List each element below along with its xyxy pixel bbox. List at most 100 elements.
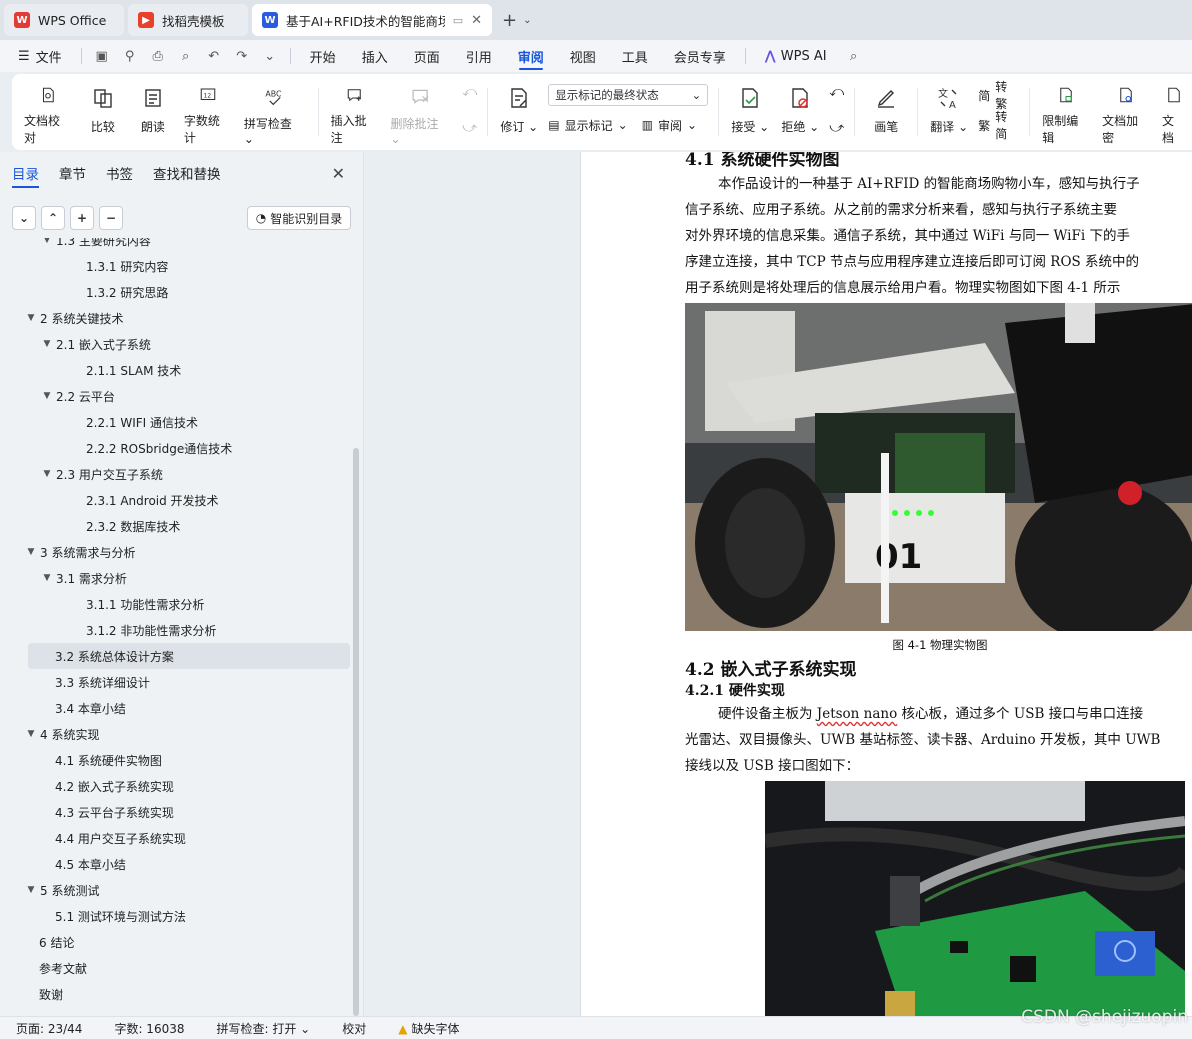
menu-review[interactable]: 审阅 [505, 40, 557, 72]
tab-toc[interactable]: 目录 [12, 152, 39, 194]
toc-item[interactable]: 参考文献 [0, 955, 350, 981]
nav-scrollbar[interactable] [353, 448, 359, 1016]
toc-item[interactable]: ▼ 2 系统关键技术 [0, 305, 350, 331]
toc-item[interactable]: ▼ 3.1 需求分析 [0, 565, 350, 591]
file-menu[interactable]: ☰ 文件 [0, 40, 75, 72]
pen-button[interactable]: 画笔 [861, 80, 911, 150]
expand-arrow-icon[interactable]: ▼ [24, 547, 38, 557]
prev-comment-icon[interactable]: ⤺ [462, 84, 477, 100]
toc-item[interactable]: 2.3.2 数据库技术 [0, 513, 350, 539]
toc-item[interactable]: 3.1.2 非功能性需求分析 [0, 617, 350, 643]
translate-button[interactable]: 文A 翻译 ⌄ [924, 80, 974, 150]
doc-check-button[interactable]: 文档校对 [18, 80, 78, 150]
toc-item[interactable]: 4.2 嵌入式子系统实现 [0, 773, 350, 799]
expand-arrow-icon[interactable]: ▼ [40, 238, 54, 245]
page-indicator[interactable]: 页面: 23/44 [0, 1020, 98, 1037]
tab-chapters[interactable]: 章节 [59, 152, 86, 194]
read-aloud-button[interactable]: 朗读 [128, 80, 178, 150]
close-icon[interactable]: ✕ [332, 164, 345, 183]
to-traditional-button[interactable]: 简 转繁 [978, 80, 1019, 111]
toc-item[interactable]: 1.3.1 研究内容 [0, 253, 350, 279]
menu-view[interactable]: 视图 [557, 40, 609, 72]
toc-item[interactable]: 2.1.1 SLAM 技术 [0, 357, 350, 383]
delete-comment-button[interactable]: 删除批注 ⌄ [385, 80, 459, 150]
proof-status[interactable]: 校对 [326, 1020, 382, 1037]
doc-more-button[interactable]: 文档 [1156, 80, 1192, 150]
undo-icon[interactable]: ↶ [200, 49, 228, 64]
toc-item[interactable]: 1.3.2 研究思路 [0, 279, 350, 305]
search-icon[interactable]: ⌕ [840, 49, 868, 64]
tab-wps-office[interactable]: W WPS Office [4, 4, 124, 36]
toc-item[interactable]: 5.1 测试环境与测试方法 [0, 903, 350, 929]
menu-insert[interactable]: 插入 [349, 40, 401, 72]
toc-item[interactable]: 2.3.1 Android 开发技术 [0, 487, 350, 513]
tab-find-replace[interactable]: 查找和替换 [153, 152, 221, 194]
next-comment-icon[interactable]: ⤻ [462, 120, 477, 136]
toc-item[interactable]: ▼ 5 系统测试 [0, 877, 350, 903]
spell-flagged-term[interactable]: Jetson nano [817, 706, 897, 722]
menu-home[interactable]: 开始 [297, 40, 349, 72]
missing-font-status[interactable]: ▲ 缺失字体 [382, 1020, 475, 1037]
expand-arrow-icon[interactable]: ▼ [40, 469, 54, 479]
tab-document[interactable]: W 基于AI+RFID技术的智能商场 ▭ ✕ [252, 4, 492, 36]
add-level-button[interactable]: + [70, 206, 94, 230]
redo-icon[interactable]: ↷ [228, 49, 256, 64]
wps-ai-button[interactable]: ⋀ WPS AI [752, 40, 840, 72]
toc-item[interactable]: 2.2.1 WIFI 通信技术 [0, 409, 350, 435]
toc-item[interactable]: ▼ 2.1 嵌入式子系统 [0, 331, 350, 357]
document-page[interactable]: 4.1 系统硬件实物图 本作品设计的一种基于 AI+RFID 的智能商场购物小车… [580, 152, 1192, 1016]
word-count-button[interactable]: 12 字数统计 [178, 80, 238, 150]
word-count-indicator[interactable]: 字数: 16038 [98, 1020, 200, 1037]
show-markup-button[interactable]: ▤ 显示标记 ⌄ [548, 114, 627, 136]
screen-icon[interactable]: ▭ [453, 14, 463, 27]
expand-arrow-icon[interactable]: ▼ [40, 391, 54, 401]
toc-item[interactable]: ▼ 2.3 用户交互子系统 [0, 461, 350, 487]
expand-arrow-icon[interactable]: ▼ [40, 573, 54, 583]
tab-bookmarks[interactable]: 书签 [106, 152, 133, 194]
remove-level-button[interactable]: − [99, 206, 123, 230]
toc-item[interactable]: ▼ 3 系统需求与分析 [0, 539, 350, 565]
spell-check-button[interactable]: ABC 拼写检查 ⌄ [238, 80, 312, 150]
prev-change-icon[interactable]: ⤺ [829, 84, 844, 100]
toc-item[interactable]: 6 结论 [0, 929, 350, 955]
markup-select[interactable]: 显示标记的最终状态 ⌄ [548, 84, 709, 106]
menu-vip[interactable]: 会员专享 [661, 40, 739, 72]
menu-reference[interactable]: 引用 [453, 40, 505, 72]
toc-item[interactable]: 4.3 云平台子系统实现 [0, 799, 350, 825]
toc-item[interactable]: 3.1.1 功能性需求分析 [0, 591, 350, 617]
toc-item[interactable]: ▼ 1.3 主要研究内容 [0, 238, 350, 253]
next-change-icon[interactable]: ⤻ [829, 120, 844, 136]
restrict-edit-button[interactable]: 限制编辑 [1036, 80, 1096, 150]
toc-item[interactable]: 4.1 系统硬件实物图 [0, 747, 350, 773]
expand-arrow-icon[interactable]: ▼ [40, 339, 54, 349]
smart-toc-button[interactable]: ◔ 智能识别目录 [247, 206, 351, 230]
toc-item[interactable]: ▼ 2.2 云平台 [0, 383, 350, 409]
menu-page[interactable]: 页面 [401, 40, 453, 72]
print-icon[interactable]: ⎙ [144, 49, 172, 64]
expand-arrow-icon[interactable]: ▼ [24, 313, 38, 323]
chevron-down-icon[interactable]: ⌄ [256, 49, 284, 64]
save-icon[interactable]: ▣ [88, 49, 116, 64]
accept-button[interactable]: 接受 ⌄ [725, 80, 775, 150]
toc-item[interactable]: 致谢 [0, 981, 350, 1007]
close-tab-icon[interactable]: ✕ [471, 13, 482, 28]
encrypt-button[interactable]: 文档加密 [1096, 80, 1156, 150]
toc-item[interactable]: 4.5 本章小结 [0, 851, 350, 877]
reject-button[interactable]: 拒绝 ⌄ [775, 80, 825, 150]
to-simplified-button[interactable]: 繁 转简 [978, 110, 1019, 141]
spell-check-status[interactable]: 拼写检查: 打开 ⌄ [201, 1020, 327, 1037]
review-pane-button[interactable]: ▥ 审阅 ⌄ [642, 114, 697, 136]
expand-arrow-icon[interactable]: ▼ [24, 729, 38, 739]
new-tab-button[interactable]: + ⌄ [496, 10, 537, 31]
collapse-down-button[interactable]: ⌄ [12, 206, 36, 230]
expand-up-button[interactable]: ⌃ [41, 206, 65, 230]
toc-item[interactable]: 3.3 系统详细设计 [0, 669, 350, 695]
compare-button[interactable]: 比较 [78, 80, 128, 150]
toc-item[interactable]: 2.2.2 ROSbridge通信技术 [0, 435, 350, 461]
toc-item[interactable]: ▼ 4 系统实现 [0, 721, 350, 747]
share-icon[interactable]: ⚲ [116, 49, 144, 64]
toc-item[interactable]: 3.4 本章小结 [0, 695, 350, 721]
menu-tools[interactable]: 工具 [609, 40, 661, 72]
track-changes-button[interactable]: 修订 ⌄ [494, 80, 544, 150]
tab-template[interactable]: ▶ 找稻壳模板 [128, 4, 248, 36]
